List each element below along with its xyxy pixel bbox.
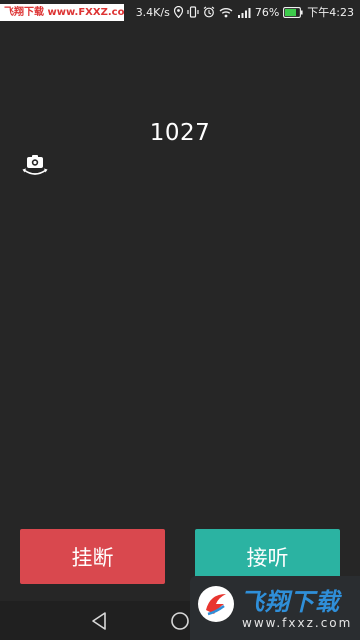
- camera-rotate-icon: [22, 155, 50, 182]
- status-indicators: 3.4K/s 76% 下午4:23: [136, 0, 354, 24]
- battery-percent: 76%: [254, 5, 280, 19]
- clock: 下午4:23: [307, 6, 354, 19]
- watermark-title: 飞翔下载: [240, 588, 340, 616]
- switch-camera-button[interactable]: [22, 154, 50, 178]
- caller-id: 1027: [149, 120, 211, 146]
- net-speed: 3.4K/s: [135, 5, 170, 19]
- battery-icon: [283, 6, 303, 18]
- back-icon[interactable]: [90, 611, 108, 635]
- home-icon[interactable]: [170, 611, 190, 635]
- vibrate-icon: [187, 6, 199, 18]
- site-watermark: 飞翔下载 www.fxxz.com: [190, 576, 360, 640]
- fxxz-logo-icon: [196, 584, 236, 624]
- alarm-icon: [203, 6, 215, 18]
- wifi-icon: [219, 7, 233, 18]
- watermark-url: www.fxxz.com: [242, 616, 353, 630]
- location-icon: [173, 6, 183, 18]
- signal-icon: [237, 7, 251, 18]
- hangup-button[interactable]: 挂断: [20, 529, 165, 584]
- status-bar: 飞翔下载 www.FXXZ.com 3.4K/s 76% 下午4:23: [0, 0, 360, 24]
- watermark-badge: 飞翔下载 www.FXXZ.com: [0, 4, 124, 21]
